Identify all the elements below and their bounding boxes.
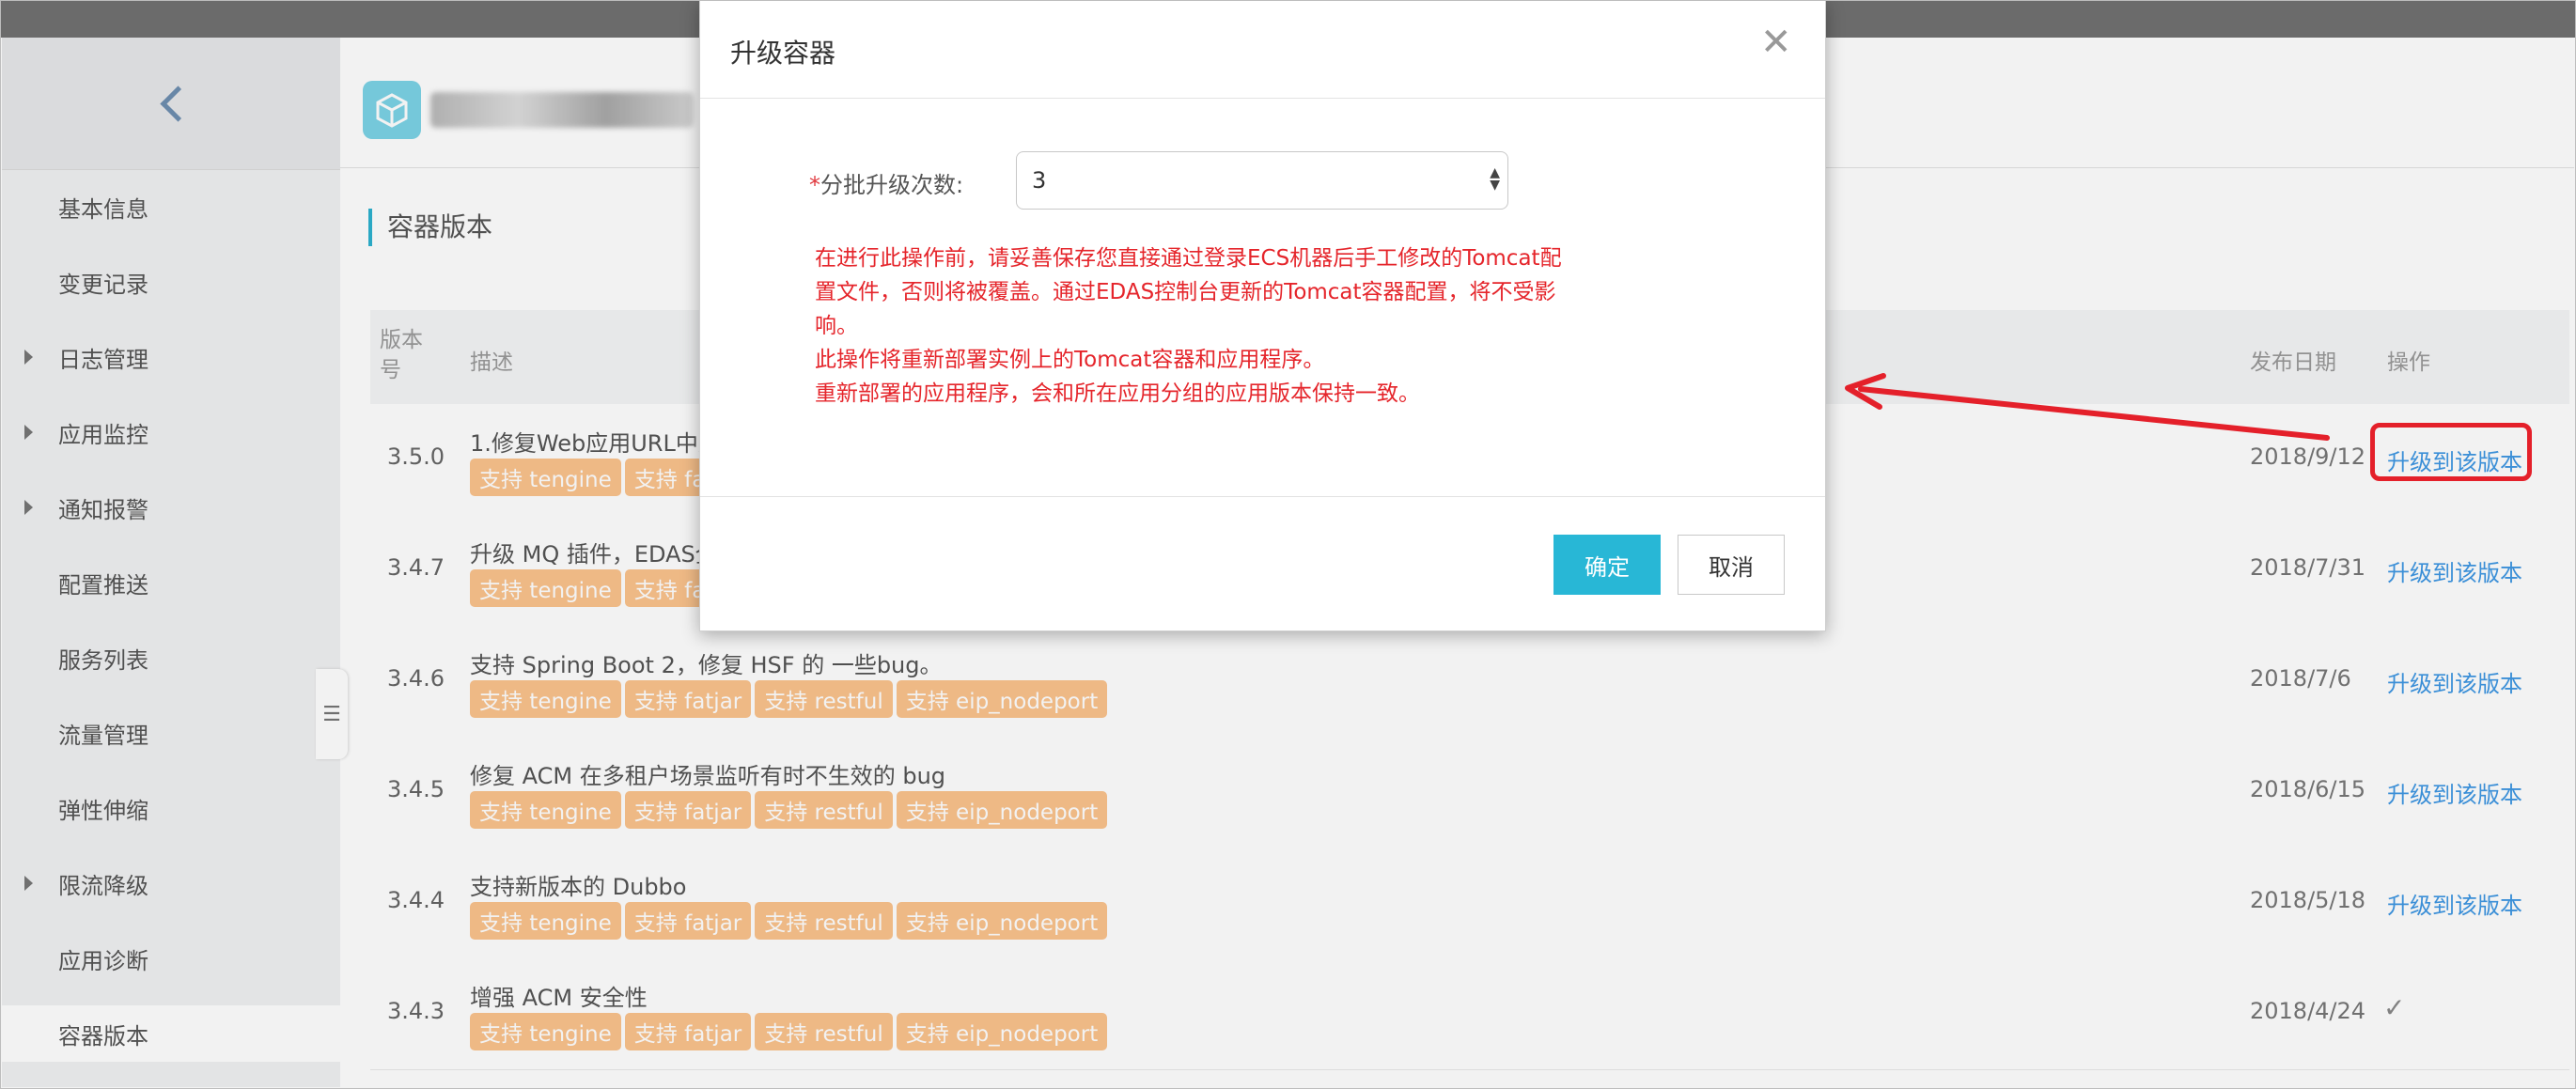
window-frame [0, 0, 2576, 1089]
